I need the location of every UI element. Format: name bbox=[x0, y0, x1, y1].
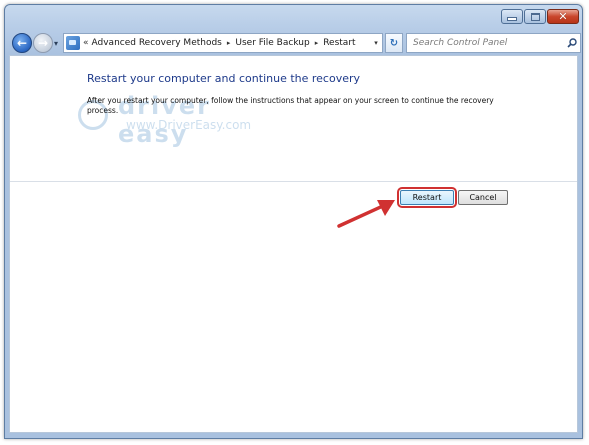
refresh-button[interactable]: ↻ bbox=[385, 33, 403, 53]
breadcrumb-separator-icon[interactable]: ▸ bbox=[315, 39, 319, 47]
maximize-button[interactable] bbox=[524, 9, 546, 24]
breadcrumb-advanced-recovery-methods[interactable]: Advanced Recovery Methods bbox=[92, 38, 222, 48]
address-dropdown-icon[interactable]: ▾ bbox=[370, 39, 382, 47]
search-box[interactable] bbox=[406, 33, 581, 53]
page-title: Restart your computer and continue the r… bbox=[87, 72, 361, 85]
divider bbox=[10, 181, 577, 182]
forward-button[interactable]: → bbox=[33, 33, 53, 53]
overflow-chevron-icon[interactable]: « bbox=[83, 38, 89, 48]
control-panel-icon bbox=[66, 36, 80, 50]
watermark-url: www.DriverEasy.com bbox=[126, 118, 252, 132]
search-icon[interactable] bbox=[564, 38, 580, 48]
minimize-button[interactable] bbox=[501, 9, 523, 24]
annotation-arrow-icon bbox=[337, 200, 395, 228]
back-arrow-icon: ← bbox=[16, 36, 28, 50]
breadcrumb-user-file-backup[interactable]: User File Backup bbox=[235, 38, 309, 48]
refresh-icon: ↻ bbox=[389, 37, 399, 49]
breadcrumb-separator-icon[interactable]: ▸ bbox=[227, 39, 231, 47]
close-icon: ✕ bbox=[558, 10, 568, 23]
address-bar[interactable]: « Advanced Recovery Methods ▸ User File … bbox=[63, 33, 383, 53]
restart-button[interactable]: Restart bbox=[397, 187, 457, 208]
search-input[interactable] bbox=[407, 38, 564, 48]
maximize-icon bbox=[530, 12, 540, 21]
control-panel-window: ✕ ← → ▾ « Advanced Recovery Methods ▸ Us… bbox=[4, 4, 583, 439]
cancel-button[interactable]: Cancel bbox=[458, 190, 508, 205]
content-pane: driver easy www.DriverEasy.com Restart y… bbox=[9, 55, 578, 433]
forward-arrow-icon: → bbox=[37, 36, 49, 50]
breadcrumb-restart[interactable]: Restart bbox=[323, 38, 355, 48]
back-button[interactable]: ← bbox=[12, 33, 32, 53]
page-description: After you restart your computer, follow … bbox=[87, 96, 494, 115]
minimize-icon bbox=[507, 17, 517, 21]
close-button[interactable]: ✕ bbox=[547, 9, 579, 24]
recent-pages-dropdown[interactable]: ▾ bbox=[54, 39, 58, 48]
